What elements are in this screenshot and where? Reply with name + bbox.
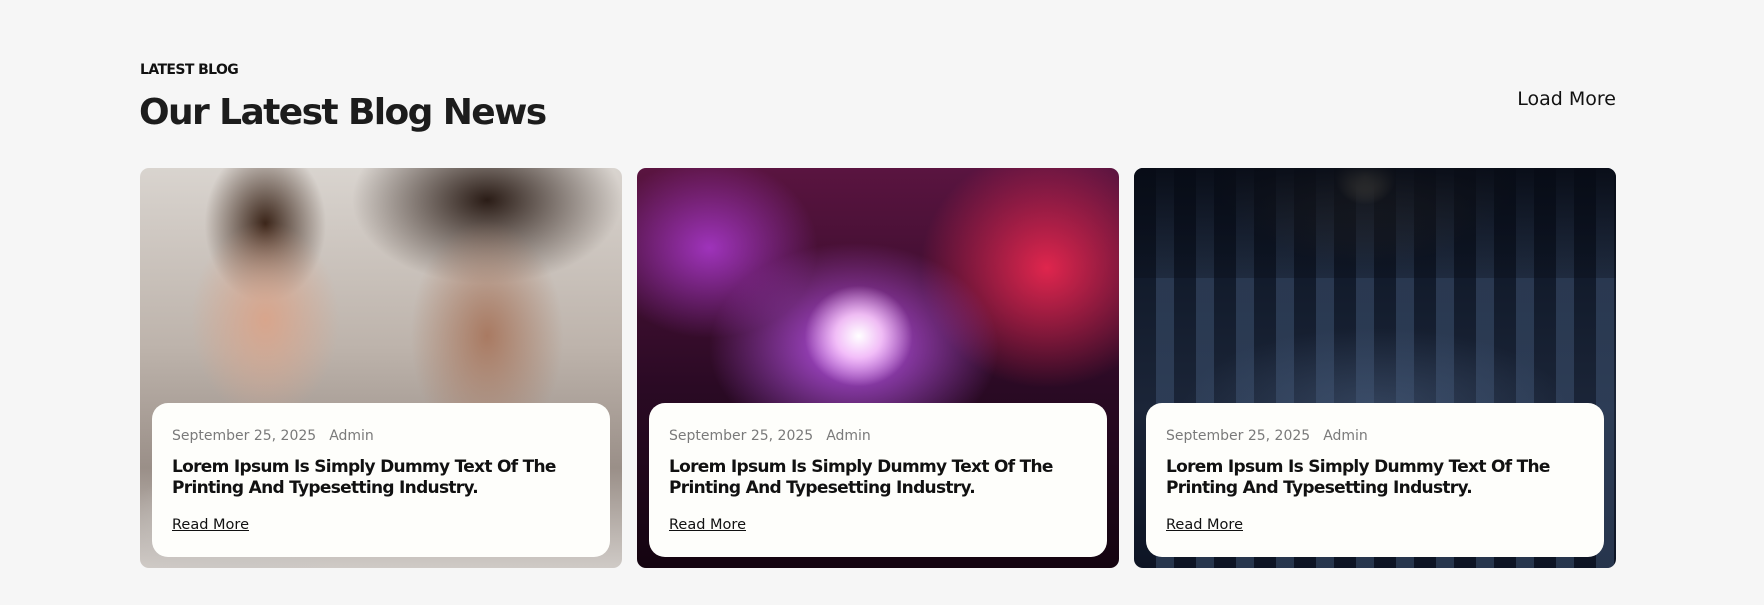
section-heading: Our Latest Blog News xyxy=(139,92,547,133)
post-date: September 25, 2025 xyxy=(172,428,317,444)
blog-card-body: September 25, 2025 Admin Lorem Ipsum Is S… xyxy=(1146,403,1604,557)
load-more-link[interactable]: Load More xyxy=(1517,88,1616,110)
post-title[interactable]: Lorem Ipsum Is Simply Dummy Text Of The … xyxy=(172,457,582,499)
post-meta: September 25, 2025 Admin xyxy=(669,428,871,444)
blog-card[interactable]: September 25, 2025 Admin Lorem Ipsum Is S… xyxy=(1134,168,1616,568)
post-date: September 25, 2025 xyxy=(1166,428,1311,444)
read-more-link[interactable]: Read More xyxy=(669,517,746,533)
blog-card-body: September 25, 2025 Admin Lorem Ipsum Is S… xyxy=(152,403,610,557)
section-eyebrow: LATEST BLOG xyxy=(140,62,239,78)
latest-blog-section: LATEST BLOG Our Latest Blog News Load Mo… xyxy=(0,0,1764,605)
blog-card-body: September 25, 2025 Admin Lorem Ipsum Is S… xyxy=(649,403,1107,557)
post-meta: September 25, 2025 Admin xyxy=(1166,428,1368,444)
post-author[interactable]: Admin xyxy=(329,428,374,444)
post-author[interactable]: Admin xyxy=(1323,428,1368,444)
post-title[interactable]: Lorem Ipsum Is Simply Dummy Text Of The … xyxy=(1166,457,1576,499)
blog-cards: September 25, 2025 Admin Lorem Ipsum Is S… xyxy=(140,168,1616,568)
blog-card[interactable]: September 25, 2025 Admin Lorem Ipsum Is S… xyxy=(140,168,622,568)
blog-card[interactable]: September 25, 2025 Admin Lorem Ipsum Is S… xyxy=(637,168,1119,568)
post-title[interactable]: Lorem Ipsum Is Simply Dummy Text Of The … xyxy=(669,457,1079,499)
post-date: September 25, 2025 xyxy=(669,428,814,444)
post-author[interactable]: Admin xyxy=(826,428,871,444)
post-meta: September 25, 2025 Admin xyxy=(172,428,374,444)
read-more-link[interactable]: Read More xyxy=(172,517,249,533)
read-more-link[interactable]: Read More xyxy=(1166,517,1243,533)
